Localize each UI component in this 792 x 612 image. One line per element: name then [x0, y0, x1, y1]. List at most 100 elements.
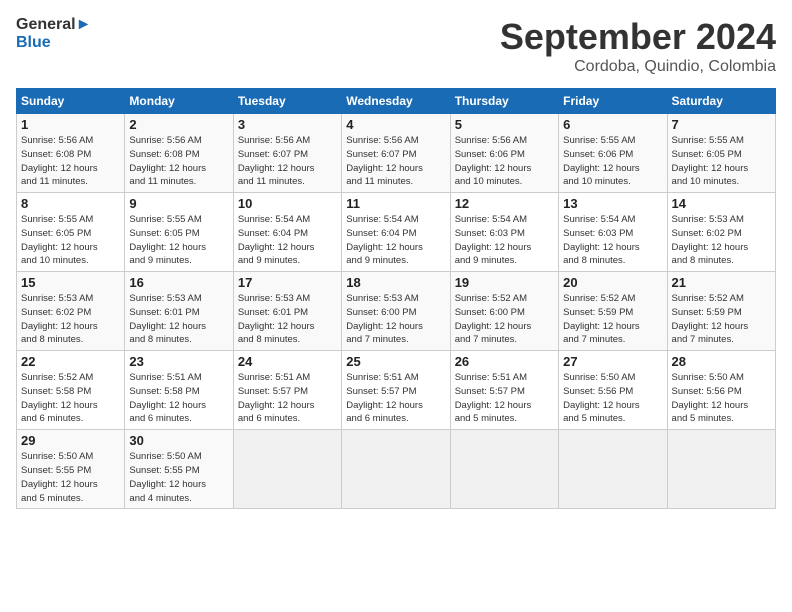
calendar-title: September 2024 — [500, 16, 776, 58]
col-header-wednesday: Wednesday — [342, 89, 450, 114]
day-info: Sunrise: 5:52 AM Sunset: 5:58 PM Dayligh… — [21, 371, 120, 426]
day-info: Sunrise: 5:51 AM Sunset: 5:57 PM Dayligh… — [238, 371, 337, 426]
day-info: Sunrise: 5:55 AM Sunset: 6:05 PM Dayligh… — [672, 134, 771, 189]
calendar-cell: 19 Sunrise: 5:52 AM Sunset: 6:00 PM Dayli… — [450, 272, 558, 351]
day-info: Sunrise: 5:53 AM Sunset: 6:02 PM Dayligh… — [672, 213, 771, 268]
col-header-saturday: Saturday — [667, 89, 775, 114]
day-number: 2 — [129, 117, 228, 132]
calendar-cell: 3Sunrise: 5:56 AM Sunset: 6:07 PM Daylig… — [233, 114, 341, 193]
day-info: Sunrise: 5:54 AM Sunset: 6:03 PM Dayligh… — [563, 213, 662, 268]
calendar-week-3: 15 Sunrise: 5:53 AM Sunset: 6:02 PM Dayli… — [17, 272, 776, 351]
calendar-cell: 20 Sunrise: 5:52 AM Sunset: 5:59 PM Dayli… — [559, 272, 667, 351]
day-info: Sunrise: 5:51 AM Sunset: 5:57 PM Dayligh… — [346, 371, 445, 426]
calendar-cell: 4 Sunrise: 5:56 AM Sunset: 6:07 PM Daylig… — [342, 114, 450, 193]
day-info: Sunrise: 5:53 AM Sunset: 6:00 PM Dayligh… — [346, 292, 445, 347]
page-header: General► Blue September 2024 Cordoba, Qu… — [16, 16, 776, 76]
calendar-cell: 23 Sunrise: 5:51 AM Sunset: 5:58 PM Dayli… — [125, 351, 233, 430]
logo-text-general: General► — [16, 16, 91, 34]
calendar-cell: 25 Sunrise: 5:51 AM Sunset: 5:57 PM Dayli… — [342, 351, 450, 430]
calendar-header-row: SundayMondayTuesdayWednesdayThursdayFrid… — [17, 89, 776, 114]
day-number: 7 — [672, 117, 771, 132]
logo-box: General► Blue — [16, 16, 91, 51]
day-number: 26 — [455, 354, 554, 369]
logo-text-blue: Blue — [16, 34, 91, 52]
day-number: 28 — [672, 354, 771, 369]
calendar-cell: 22 Sunrise: 5:52 AM Sunset: 5:58 PM Dayli… — [17, 351, 125, 430]
title-block: September 2024 Cordoba, Quindio, Colombi… — [500, 16, 776, 76]
calendar-cell: 5 Sunrise: 5:56 AM Sunset: 6:06 PM Daylig… — [450, 114, 558, 193]
calendar-cell: 1Sunrise: 5:56 AM Sunset: 6:08 PM Daylig… — [17, 114, 125, 193]
day-info: Sunrise: 5:56 AM Sunset: 6:07 PM Dayligh… — [346, 134, 445, 189]
day-info: Sunrise: 5:50 AM Sunset: 5:56 PM Dayligh… — [672, 371, 771, 426]
calendar-cell: 24 Sunrise: 5:51 AM Sunset: 5:57 PM Dayli… — [233, 351, 341, 430]
day-number: 29 — [21, 433, 120, 448]
day-info: Sunrise: 5:50 AM Sunset: 5:56 PM Dayligh… — [563, 371, 662, 426]
day-number: 13 — [563, 196, 662, 211]
day-number: 10 — [238, 196, 337, 211]
calendar-cell: 16Sunrise: 5:53 AM Sunset: 6:01 PM Dayli… — [125, 272, 233, 351]
logo: General► Blue — [16, 16, 91, 51]
calendar-week-2: 8Sunrise: 5:55 AM Sunset: 6:05 PM Daylig… — [17, 193, 776, 272]
calendar-body: 1Sunrise: 5:56 AM Sunset: 6:08 PM Daylig… — [17, 114, 776, 509]
day-info: Sunrise: 5:52 AM Sunset: 5:59 PM Dayligh… — [672, 292, 771, 347]
day-number: 30 — [129, 433, 228, 448]
day-info: Sunrise: 5:51 AM Sunset: 5:57 PM Dayligh… — [455, 371, 554, 426]
calendar-cell: 10 Sunrise: 5:54 AM Sunset: 6:04 PM Dayli… — [233, 193, 341, 272]
day-number: 23 — [129, 354, 228, 369]
day-info: Sunrise: 5:56 AM Sunset: 6:08 PM Dayligh… — [21, 134, 120, 189]
calendar-cell: 6 Sunrise: 5:55 AM Sunset: 6:06 PM Daylig… — [559, 114, 667, 193]
day-number: 21 — [672, 275, 771, 290]
calendar-cell: 18 Sunrise: 5:53 AM Sunset: 6:00 PM Dayli… — [342, 272, 450, 351]
col-header-friday: Friday — [559, 89, 667, 114]
day-number: 19 — [455, 275, 554, 290]
day-info: Sunrise: 5:55 AM Sunset: 6:06 PM Dayligh… — [563, 134, 662, 189]
day-info: Sunrise: 5:53 AM Sunset: 6:01 PM Dayligh… — [238, 292, 337, 347]
day-info: Sunrise: 5:52 AM Sunset: 6:00 PM Dayligh… — [455, 292, 554, 347]
day-number: 9 — [129, 196, 228, 211]
calendar-table: SundayMondayTuesdayWednesdayThursdayFrid… — [16, 88, 776, 509]
calendar-cell: 30Sunrise: 5:50 AM Sunset: 5:55 PM Dayli… — [125, 430, 233, 509]
calendar-cell: 29 Sunrise: 5:50 AM Sunset: 5:55 PM Dayli… — [17, 430, 125, 509]
day-info: Sunrise: 5:51 AM Sunset: 5:58 PM Dayligh… — [129, 371, 228, 426]
calendar-week-5: 29 Sunrise: 5:50 AM Sunset: 5:55 PM Dayli… — [17, 430, 776, 509]
col-header-tuesday: Tuesday — [233, 89, 341, 114]
day-number: 17 — [238, 275, 337, 290]
day-number: 4 — [346, 117, 445, 132]
day-info: Sunrise: 5:56 AM Sunset: 6:06 PM Dayligh… — [455, 134, 554, 189]
day-info: Sunrise: 5:53 AM Sunset: 6:02 PM Dayligh… — [21, 292, 120, 347]
day-number: 27 — [563, 354, 662, 369]
day-number: 20 — [563, 275, 662, 290]
calendar-cell: 21 Sunrise: 5:52 AM Sunset: 5:59 PM Dayli… — [667, 272, 775, 351]
day-number: 15 — [21, 275, 120, 290]
day-number: 3 — [238, 117, 337, 132]
calendar-cell: 11Sunrise: 5:54 AM Sunset: 6:04 PM Dayli… — [342, 193, 450, 272]
day-number: 24 — [238, 354, 337, 369]
day-number: 22 — [21, 354, 120, 369]
calendar-cell: 12 Sunrise: 5:54 AM Sunset: 6:03 PM Dayli… — [450, 193, 558, 272]
calendar-cell: 26 Sunrise: 5:51 AM Sunset: 5:57 PM Dayli… — [450, 351, 558, 430]
calendar-cell: 14 Sunrise: 5:53 AM Sunset: 6:02 PM Dayli… — [667, 193, 775, 272]
col-header-monday: Monday — [125, 89, 233, 114]
day-info: Sunrise: 5:55 AM Sunset: 6:05 PM Dayligh… — [21, 213, 120, 268]
calendar-cell: 28 Sunrise: 5:50 AM Sunset: 5:56 PM Dayli… — [667, 351, 775, 430]
day-info: Sunrise: 5:54 AM Sunset: 6:03 PM Dayligh… — [455, 213, 554, 268]
day-number: 5 — [455, 117, 554, 132]
day-info: Sunrise: 5:54 AM Sunset: 6:04 PM Dayligh… — [238, 213, 337, 268]
day-number: 6 — [563, 117, 662, 132]
day-number: 18 — [346, 275, 445, 290]
day-info: Sunrise: 5:52 AM Sunset: 5:59 PM Dayligh… — [563, 292, 662, 347]
calendar-subtitle: Cordoba, Quindio, Colombia — [500, 58, 776, 76]
day-info: Sunrise: 5:56 AM Sunset: 6:08 PM Dayligh… — [129, 134, 228, 189]
day-number: 14 — [672, 196, 771, 211]
day-number: 16 — [129, 275, 228, 290]
calendar-cell: 2 Sunrise: 5:56 AM Sunset: 6:08 PM Daylig… — [125, 114, 233, 193]
day-info: Sunrise: 5:54 AM Sunset: 6:04 PM Dayligh… — [346, 213, 445, 268]
calendar-cell — [559, 430, 667, 509]
calendar-cell: 15 Sunrise: 5:53 AM Sunset: 6:02 PM Dayli… — [17, 272, 125, 351]
day-info: Sunrise: 5:50 AM Sunset: 5:55 PM Dayligh… — [21, 450, 120, 505]
day-number: 25 — [346, 354, 445, 369]
col-header-thursday: Thursday — [450, 89, 558, 114]
day-number: 12 — [455, 196, 554, 211]
calendar-cell: 7 Sunrise: 5:55 AM Sunset: 6:05 PM Daylig… — [667, 114, 775, 193]
calendar-cell: 13 Sunrise: 5:54 AM Sunset: 6:03 PM Dayli… — [559, 193, 667, 272]
